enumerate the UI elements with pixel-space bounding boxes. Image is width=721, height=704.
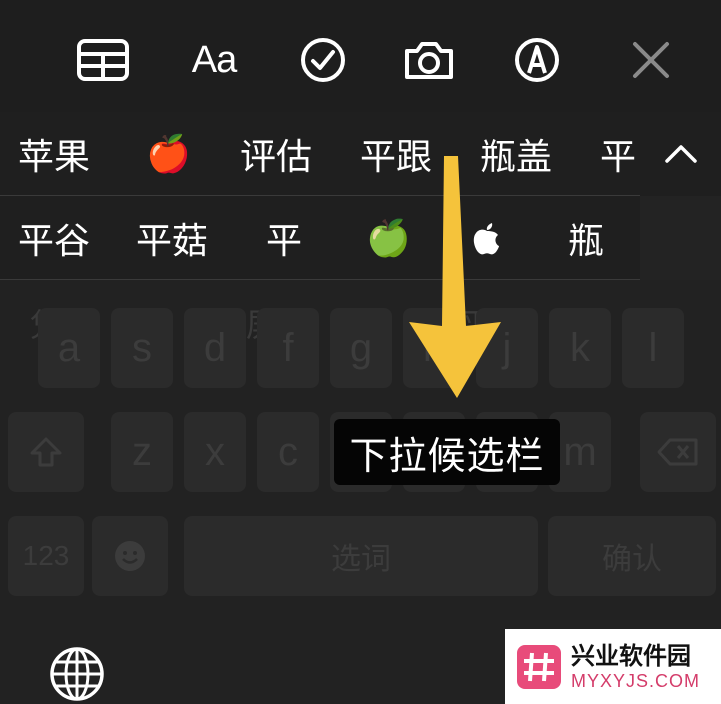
key-z[interactable]: z	[111, 412, 173, 492]
key-d[interactable]: d	[184, 308, 246, 388]
key-j[interactable]: j	[476, 308, 538, 388]
candidate-item[interactable]: 平	[266, 196, 302, 280]
candidate-item[interactable]: 平菇	[136, 196, 208, 280]
space-key[interactable]: 选词	[184, 516, 538, 596]
apple-logo-candidate[interactable]	[472, 196, 502, 280]
text-format-icon[interactable]: Aa	[188, 36, 240, 84]
watermark: 兴业软件园 MYXYJS.COM	[505, 629, 721, 704]
markup-pen-icon[interactable]	[511, 36, 563, 84]
key-x[interactable]: x	[184, 412, 246, 492]
emoji-icon	[115, 541, 145, 571]
table-icon[interactable]	[77, 36, 129, 84]
backspace-icon	[657, 438, 698, 466]
candidate-panel: 苹果 🍎 评估 平跟 瓶盖 平 平谷 平菇 平 🍏 瓶	[0, 112, 640, 280]
candidate-row: 平谷 平菇 平 🍏 瓶	[0, 196, 640, 280]
globe-icon[interactable]	[48, 645, 106, 703]
key-c[interactable]: c	[257, 412, 319, 492]
text-format-label: Aa	[191, 38, 237, 81]
key-k[interactable]: k	[549, 308, 611, 388]
shift-key[interactable]	[8, 412, 84, 492]
watermark-title: 兴业软件园	[571, 641, 691, 670]
candidate-item[interactable]: 瓶	[568, 196, 604, 280]
candidate-item[interactable]: 瓶盖	[480, 112, 552, 196]
checklist-icon[interactable]	[297, 36, 349, 84]
key-h[interactable]: h	[403, 308, 465, 388]
candidate-item[interactable]: 🍏	[366, 196, 411, 280]
watermark-site: MYXYJS.COM	[571, 670, 701, 691]
numbers-key[interactable]: 123	[8, 516, 84, 596]
annotation-label: 下拉候选栏	[334, 419, 560, 485]
candidate-item[interactable]: 🍎	[146, 112, 191, 196]
key-l[interactable]: l	[622, 308, 684, 388]
key-g[interactable]: g	[330, 308, 392, 388]
keyboard-toolbar: Aa	[0, 0, 721, 118]
close-icon[interactable]	[625, 36, 677, 84]
candidate-item[interactable]: 苹果	[18, 112, 90, 196]
candidate-item[interactable]: 平谷	[18, 196, 90, 280]
emoji-key[interactable]	[92, 516, 168, 596]
candidate-item[interactable]: 平	[600, 112, 636, 196]
key-f[interactable]: f	[257, 308, 319, 388]
candidate-row: 苹果 🍎 评估 平跟 瓶盖 平	[0, 112, 640, 196]
candidate-item[interactable]: 评估	[240, 112, 312, 196]
candidate-item[interactable]: 平跟	[360, 112, 432, 196]
camera-icon[interactable]	[403, 36, 455, 84]
key-a[interactable]: a	[38, 308, 100, 388]
collapse-candidates-button[interactable]	[640, 112, 721, 196]
delete-key[interactable]	[640, 412, 716, 492]
shift-icon	[30, 437, 62, 467]
chevron-up-icon	[664, 145, 697, 163]
key-s[interactable]: s	[111, 308, 173, 388]
confirm-key[interactable]: 确认	[548, 516, 716, 596]
hash-logo-icon	[517, 644, 561, 689]
